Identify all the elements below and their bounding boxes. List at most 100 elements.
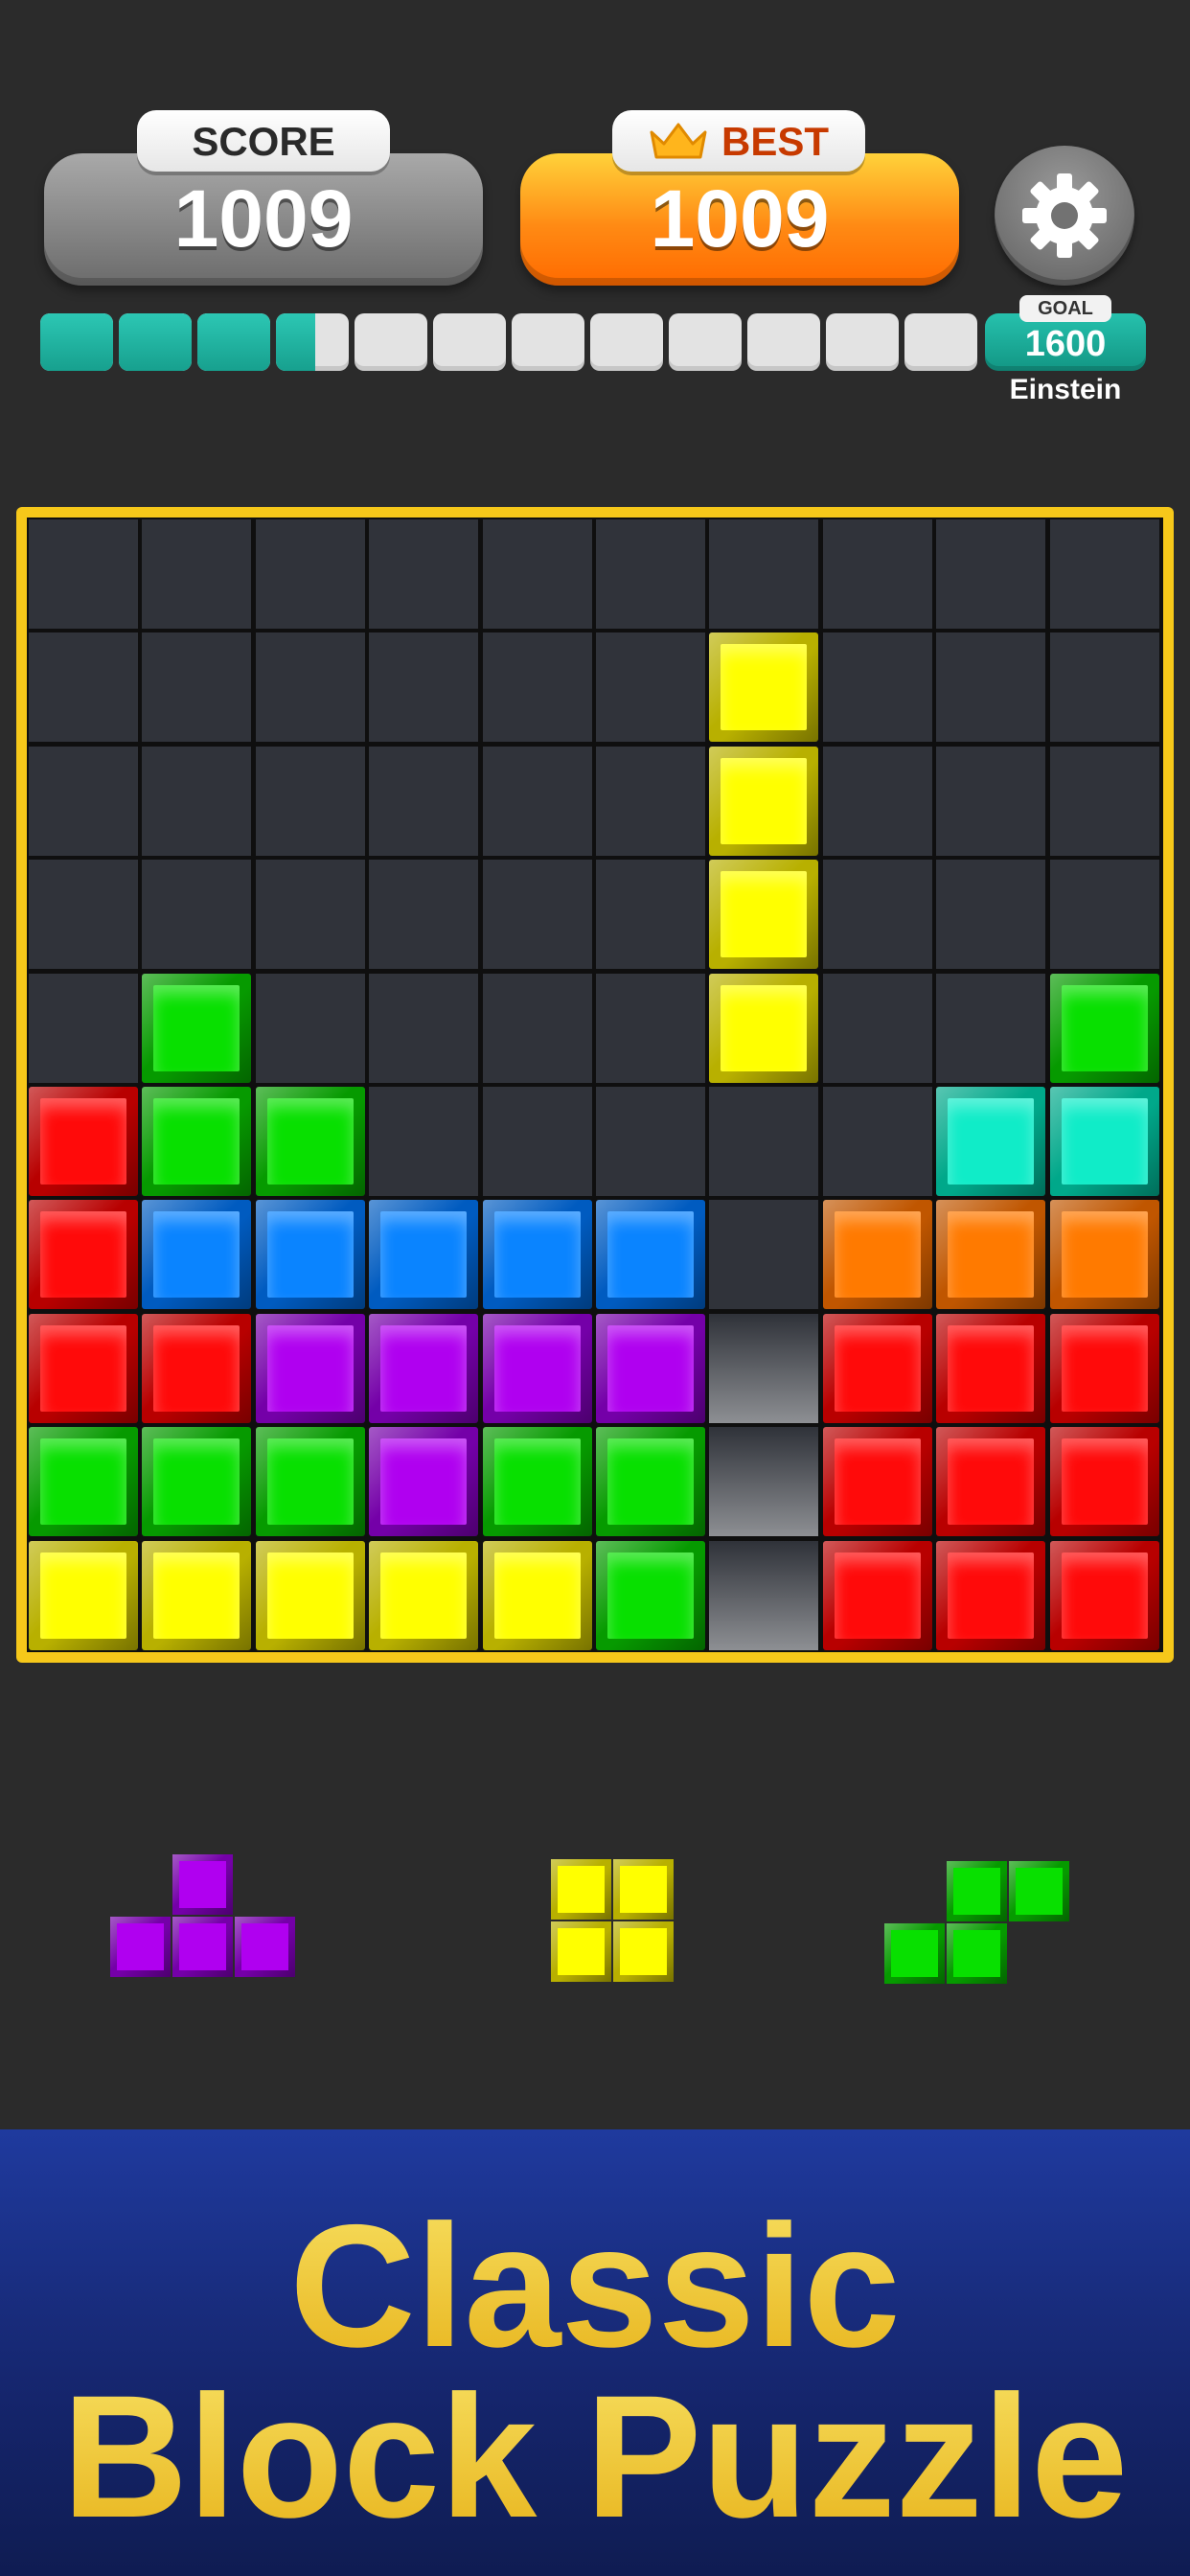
block-cyan[interactable] bbox=[936, 1087, 1046, 1196]
empty-cell[interactable] bbox=[822, 519, 932, 629]
block-red[interactable] bbox=[936, 1427, 1046, 1537]
block-red[interactable] bbox=[29, 1087, 138, 1196]
block-green[interactable] bbox=[142, 973, 252, 1083]
block-yellow[interactable] bbox=[142, 1540, 252, 1650]
empty-cell[interactable] bbox=[1049, 519, 1159, 629]
empty-cell[interactable] bbox=[482, 632, 592, 743]
empty-cell[interactable] bbox=[1049, 860, 1159, 970]
empty-cell[interactable] bbox=[142, 632, 252, 743]
empty-cell[interactable] bbox=[255, 746, 365, 856]
empty-cell[interactable] bbox=[29, 519, 138, 629]
block-yellow[interactable] bbox=[709, 860, 819, 970]
block-red[interactable] bbox=[142, 1313, 252, 1423]
block-red[interactable] bbox=[1049, 1540, 1159, 1650]
placement-preview-cell[interactable] bbox=[709, 1540, 819, 1650]
empty-cell[interactable] bbox=[1049, 632, 1159, 743]
block-yellow[interactable] bbox=[255, 1540, 365, 1650]
block-purple[interactable] bbox=[255, 1313, 365, 1423]
block-yellow[interactable] bbox=[29, 1540, 138, 1650]
block-green[interactable] bbox=[482, 1427, 592, 1537]
block-red[interactable] bbox=[822, 1427, 932, 1537]
empty-cell[interactable] bbox=[482, 1087, 592, 1196]
block-red[interactable] bbox=[1049, 1427, 1159, 1537]
block-red[interactable] bbox=[1049, 1313, 1159, 1423]
block-purple[interactable] bbox=[596, 1313, 705, 1423]
game-board[interactable] bbox=[27, 518, 1163, 1652]
empty-cell[interactable] bbox=[822, 1087, 932, 1196]
empty-cell[interactable] bbox=[936, 860, 1046, 970]
empty-cell[interactable] bbox=[369, 1087, 479, 1196]
empty-cell[interactable] bbox=[822, 746, 932, 856]
block-green[interactable] bbox=[29, 1427, 138, 1537]
block-green[interactable] bbox=[596, 1540, 705, 1650]
empty-cell[interactable] bbox=[1049, 746, 1159, 856]
empty-cell[interactable] bbox=[29, 746, 138, 856]
empty-cell[interactable] bbox=[936, 973, 1046, 1083]
empty-cell[interactable] bbox=[596, 632, 705, 743]
empty-cell[interactable] bbox=[596, 860, 705, 970]
block-blue[interactable] bbox=[142, 1200, 252, 1310]
block-purple[interactable] bbox=[482, 1313, 592, 1423]
block-orange[interactable] bbox=[1049, 1200, 1159, 1310]
block-yellow[interactable] bbox=[482, 1540, 592, 1650]
empty-cell[interactable] bbox=[596, 519, 705, 629]
empty-cell[interactable] bbox=[482, 860, 592, 970]
empty-cell[interactable] bbox=[936, 519, 1046, 629]
empty-cell[interactable] bbox=[142, 519, 252, 629]
empty-cell[interactable] bbox=[596, 746, 705, 856]
block-red[interactable] bbox=[822, 1313, 932, 1423]
block-yellow[interactable] bbox=[709, 632, 819, 743]
empty-cell[interactable] bbox=[369, 746, 479, 856]
empty-cell[interactable] bbox=[255, 632, 365, 743]
block-orange[interactable] bbox=[936, 1200, 1046, 1310]
block-red[interactable] bbox=[936, 1540, 1046, 1650]
placement-preview-cell[interactable] bbox=[709, 1313, 819, 1423]
empty-cell[interactable] bbox=[255, 519, 365, 629]
block-purple[interactable] bbox=[369, 1313, 479, 1423]
empty-cell[interactable] bbox=[29, 632, 138, 743]
empty-cell[interactable] bbox=[822, 860, 932, 970]
block-yellow[interactable] bbox=[369, 1540, 479, 1650]
empty-cell[interactable] bbox=[936, 746, 1046, 856]
block-yellow[interactable] bbox=[709, 746, 819, 856]
empty-cell[interactable] bbox=[142, 746, 252, 856]
block-blue[interactable] bbox=[482, 1200, 592, 1310]
empty-cell[interactable] bbox=[936, 632, 1046, 743]
block-cyan[interactable] bbox=[1049, 1087, 1159, 1196]
empty-cell[interactable] bbox=[369, 519, 479, 629]
empty-cell[interactable] bbox=[482, 746, 592, 856]
empty-cell[interactable] bbox=[369, 860, 479, 970]
block-orange[interactable] bbox=[822, 1200, 932, 1310]
block-red[interactable] bbox=[822, 1540, 932, 1650]
empty-cell[interactable] bbox=[822, 632, 932, 743]
empty-cell[interactable] bbox=[709, 1200, 819, 1310]
empty-cell[interactable] bbox=[369, 973, 479, 1083]
block-red[interactable] bbox=[936, 1313, 1046, 1423]
block-green[interactable] bbox=[255, 1427, 365, 1537]
block-green[interactable] bbox=[596, 1427, 705, 1537]
block-red[interactable] bbox=[29, 1200, 138, 1310]
empty-cell[interactable] bbox=[709, 519, 819, 629]
settings-button[interactable] bbox=[995, 146, 1134, 286]
empty-cell[interactable] bbox=[596, 973, 705, 1083]
empty-cell[interactable] bbox=[482, 519, 592, 629]
empty-cell[interactable] bbox=[709, 1087, 819, 1196]
placement-preview-cell[interactable] bbox=[709, 1427, 819, 1537]
block-yellow[interactable] bbox=[709, 973, 819, 1083]
block-green[interactable] bbox=[255, 1087, 365, 1196]
block-green[interactable] bbox=[142, 1427, 252, 1537]
block-blue[interactable] bbox=[369, 1200, 479, 1310]
empty-cell[interactable] bbox=[29, 860, 138, 970]
empty-cell[interactable] bbox=[369, 632, 479, 743]
block-green[interactable] bbox=[1049, 973, 1159, 1083]
empty-cell[interactable] bbox=[482, 973, 592, 1083]
empty-cell[interactable] bbox=[142, 860, 252, 970]
block-green[interactable] bbox=[142, 1087, 252, 1196]
empty-cell[interactable] bbox=[596, 1087, 705, 1196]
block-purple[interactable] bbox=[369, 1427, 479, 1537]
block-blue[interactable] bbox=[255, 1200, 365, 1310]
block-red[interactable] bbox=[29, 1313, 138, 1423]
block-blue[interactable] bbox=[596, 1200, 705, 1310]
empty-cell[interactable] bbox=[29, 973, 138, 1083]
empty-cell[interactable] bbox=[822, 973, 932, 1083]
